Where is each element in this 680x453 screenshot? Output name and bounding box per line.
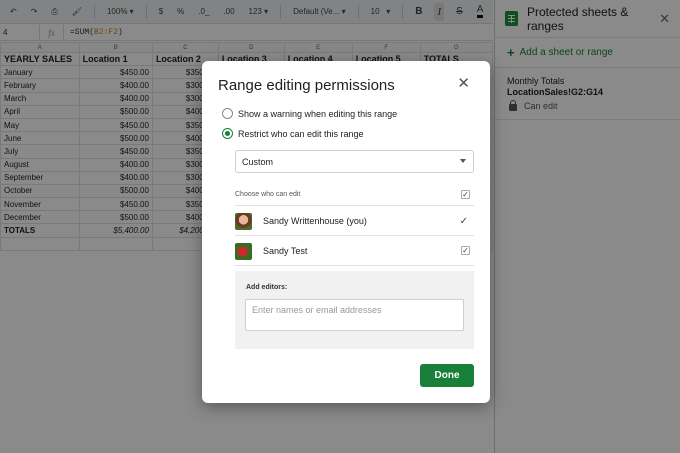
radio-restrict-editing[interactable]: Restrict who can edit this range bbox=[222, 128, 364, 139]
close-icon[interactable]: ✕ bbox=[457, 76, 470, 91]
editor-checkbox[interactable]: ✓ bbox=[461, 246, 470, 255]
checkmark-icon: ✓ bbox=[459, 215, 468, 227]
add-editors-input[interactable] bbox=[245, 299, 464, 331]
done-button[interactable]: Done bbox=[420, 364, 474, 387]
editor-list-item: Sandy Writtenhouse (you) ✓ bbox=[235, 207, 474, 236]
avatar bbox=[235, 242, 252, 260]
radio-button-selected[interactable] bbox=[222, 128, 233, 139]
dialog-title: Range editing permissions bbox=[218, 77, 395, 94]
editor-list-item: Sandy Test ✓ bbox=[235, 237, 474, 266]
add-editors-label: Add editors: bbox=[246, 284, 288, 291]
add-editors-section: Add editors: bbox=[235, 271, 474, 349]
range-editing-permissions-dialog: Range editing permissions ✕ Show a warni… bbox=[202, 61, 490, 403]
radio-label: Restrict who can edit this range bbox=[238, 128, 364, 139]
choose-editors-label: Choose who can edit bbox=[235, 191, 301, 198]
editor-name: Sandy Test bbox=[263, 246, 308, 256]
radio-show-warning[interactable]: Show a warning when editing this range bbox=[222, 108, 397, 119]
choose-editors-header: Choose who can edit ✓ bbox=[235, 184, 474, 206]
radio-label: Show a warning when editing this range bbox=[238, 108, 398, 119]
editor-name: Sandy Writtenhouse (you) bbox=[263, 216, 367, 226]
chevron-down-icon bbox=[460, 159, 466, 163]
radio-button[interactable] bbox=[222, 108, 233, 119]
select-value: Custom bbox=[242, 156, 274, 167]
permission-type-select[interactable]: Custom bbox=[235, 150, 474, 173]
avatar bbox=[235, 212, 252, 230]
select-all-checkbox[interactable]: ✓ bbox=[461, 190, 470, 199]
